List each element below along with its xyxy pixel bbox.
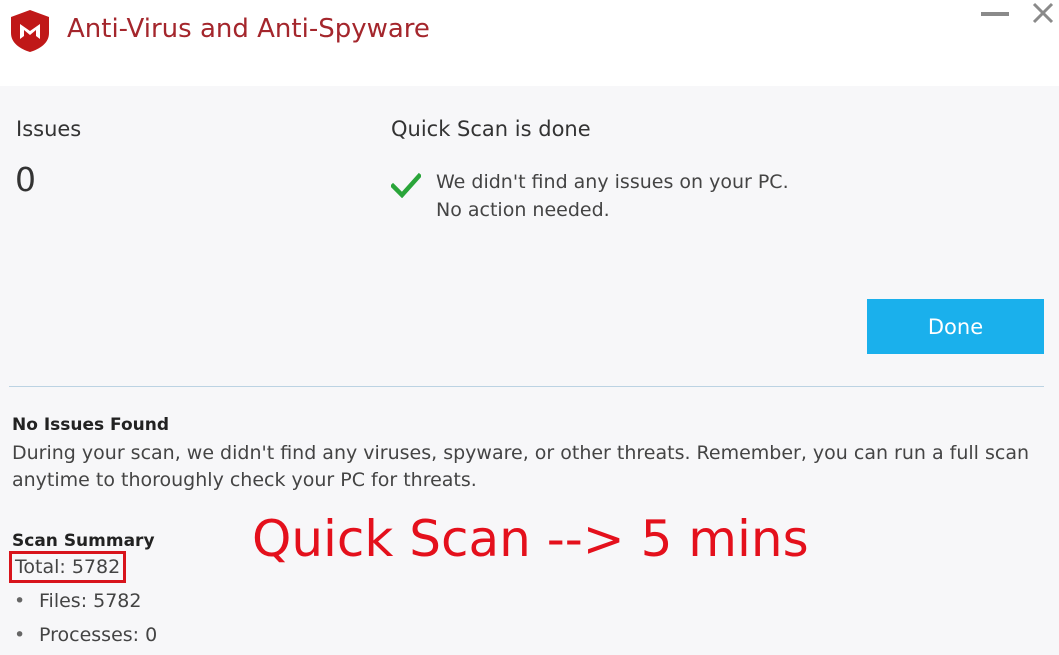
overlay-annotation: Quick Scan --> 5 mins (252, 510, 809, 568)
close-icon (1032, 2, 1054, 24)
app-title: Anti-Virus and Anti-Spyware (67, 14, 430, 44)
summary-item-processes: • Processes: 0 (14, 624, 157, 646)
minimize-button[interactable] (979, 4, 1011, 26)
issues-count: 0 (15, 160, 36, 199)
scan-total: Total: 5782 (8, 551, 127, 583)
scan-status-title: Quick Scan is done (391, 117, 591, 141)
summary-item-files: • Files: 5782 (14, 590, 142, 612)
mcafee-shield-logo-icon (11, 10, 49, 52)
scan-result-line2: No action needed. (436, 199, 610, 221)
scan-summary-label: Scan Summary (12, 531, 155, 551)
scan-result-line1: We didn't find any issues on your PC. (436, 171, 789, 193)
close-button[interactable] (1029, 0, 1057, 28)
summary-item-processes-label: Processes: 0 (39, 624, 158, 646)
section-divider (9, 386, 1044, 387)
done-button[interactable]: Done (867, 299, 1044, 354)
issues-label: Issues (16, 117, 82, 141)
summary-heading: No Issues Found (12, 415, 170, 435)
bullet-icon: • (14, 624, 26, 646)
summary-item-files-label: Files: 5782 (39, 590, 142, 612)
checkmark-icon (391, 172, 421, 198)
title-bar: Anti-Virus and Anti-Spyware (0, 0, 1059, 86)
summary-text: During your scan, we didn't find any vir… (12, 442, 1030, 491)
scan-result-message: We didn't find any issues on your PC. No… (436, 168, 789, 224)
bullet-icon: • (14, 590, 26, 612)
